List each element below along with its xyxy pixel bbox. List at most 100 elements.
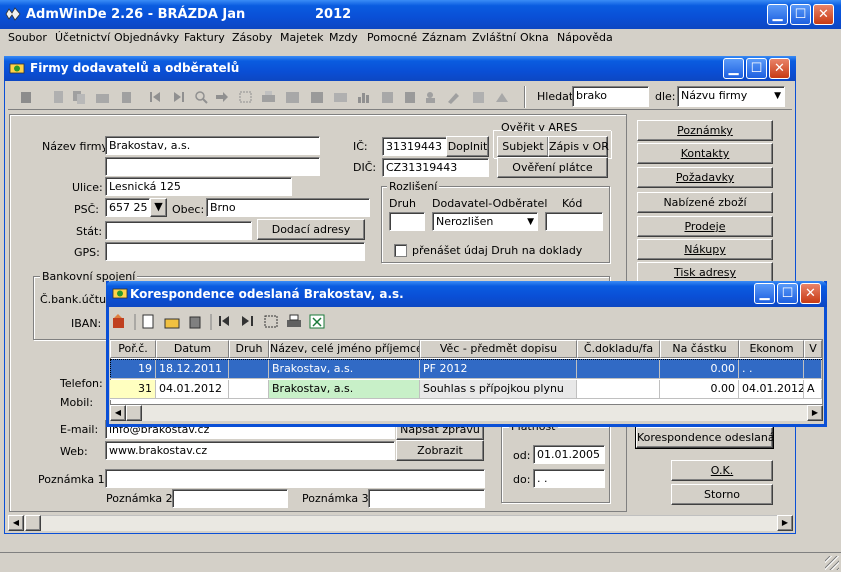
cell-ekonom: 04.01.2012 <box>739 380 804 399</box>
web-field[interactable]: www.brakostav.cz <box>105 441 395 460</box>
web-label: Web: <box>60 445 88 458</box>
firm-window-title: Firmy dodavatelů a odběratelů <box>30 61 240 75</box>
search-by-select[interactable]: Názvu firmy ▼ <box>677 86 785 107</box>
toolbar-print-icon <box>262 91 275 102</box>
doplnit-button[interactable]: Doplnit <box>446 136 489 157</box>
corr-scroll-thumb[interactable] <box>126 405 142 421</box>
gps-label: GPS: <box>74 246 100 259</box>
storno-button[interactable]: Storno <box>671 484 773 505</box>
app-close-button[interactable]: ✕ <box>813 4 834 25</box>
menu-soubor[interactable]: Soubor <box>8 31 47 44</box>
firm-close-button[interactable]: ✕ <box>769 58 790 79</box>
prodeje-button[interactable]: Prodeje <box>637 216 773 237</box>
menu-mzdy[interactable]: Mzdy <box>329 31 358 44</box>
menu-pomocne[interactable]: Pomocné <box>367 31 417 44</box>
psc-dropdown-button[interactable]: ▼ <box>150 198 167 217</box>
nakupy-button[interactable]: Nákupy <box>637 239 773 260</box>
druh-field[interactable] <box>389 212 425 231</box>
city-field[interactable]: Brno <box>206 198 370 217</box>
kod-field[interactable] <box>545 212 603 231</box>
note1-field[interactable] <box>105 469 485 488</box>
ares-group-title: Ověřit v ARES <box>501 121 578 134</box>
firm-horizontal-scrollbar[interactable] <box>8 515 793 531</box>
close-icon: ✕ <box>774 61 785 76</box>
phone-label: Telefon: <box>60 377 103 390</box>
corr-maximize-button[interactable]: ☐ <box>777 283 798 304</box>
psc-field[interactable]: 657 25 <box>105 198 150 217</box>
corr-horizontal-scrollbar[interactable] <box>110 405 823 421</box>
search-by-value: Názvu firmy <box>681 89 748 102</box>
col-header-date[interactable]: Datum <box>156 340 229 358</box>
firm-name-field[interactable]: Brakostav, a.s. <box>105 136 320 155</box>
scroll-thumb[interactable] <box>25 515 41 531</box>
menu-ucetnictvi[interactable]: Účetnictví <box>55 31 110 44</box>
corr-minimize-button[interactable]: ▁ <box>754 283 775 304</box>
app-titlebar: AdmWinDe 2.26 - BRÁZDA Jan 2012 ▁ ☐ ✕ <box>0 0 841 29</box>
app-maximize-button[interactable]: ☐ <box>790 4 811 25</box>
dic-field[interactable]: CZ31319443 <box>382 158 489 177</box>
druh-label: Druh <box>389 197 416 210</box>
corr-scroll-left-button[interactable]: ◀ <box>110 405 126 421</box>
menu-zvlastni[interactable]: Zvláštní <box>472 31 516 44</box>
col-header-amount[interactable]: Na částku <box>660 340 739 358</box>
app-minimize-button[interactable]: ▁ <box>767 4 788 25</box>
resize-grip-icon[interactable] <box>825 556 839 570</box>
corr-close-button[interactable]: ✕ <box>800 283 821 304</box>
search-input[interactable]: brako <box>572 86 649 107</box>
kontakty-button[interactable]: Kontakty <box>637 143 773 164</box>
search-by-label: dle: <box>655 90 676 103</box>
prenaset-label: přenášet údaj Druh na doklady <box>412 244 583 257</box>
delivery-address-button[interactable]: Dodací adresy <box>257 219 365 240</box>
korespondence-button[interactable]: Korespondence odeslaná <box>635 426 775 449</box>
scroll-left-button[interactable]: ◀ <box>8 515 24 531</box>
ok-button[interactable]: O.K. <box>671 460 773 481</box>
street-field[interactable]: Lesnická 125 <box>105 177 292 196</box>
tisk-adresy-button[interactable]: Tisk adresy <box>637 262 773 283</box>
firm-name2-field[interactable] <box>105 157 320 176</box>
corr-open-icon <box>164 318 180 329</box>
platnost-od-field[interactable]: 01.01.2005 <box>533 445 605 464</box>
kod-label: Kód <box>562 197 583 210</box>
cell-subject: Souhlas s přípojkou plynu <box>420 380 577 399</box>
note3-field[interactable] <box>368 489 485 508</box>
menu-majetek[interactable]: Majetek <box>280 31 324 44</box>
col-header-no[interactable]: Poř.č. <box>110 340 156 358</box>
pozadavky-button[interactable]: Požadavky <box>637 167 773 188</box>
prenaset-checkbox[interactable] <box>394 244 407 257</box>
menu-okna[interactable]: Okna <box>520 31 549 44</box>
menu-objednavky[interactable]: Objednávky <box>114 31 179 44</box>
zapis-or-button[interactable]: Zápis v OR <box>548 136 609 157</box>
ic-field[interactable]: 31319443 <box>382 137 447 156</box>
dod-odb-select[interactable]: Nerozlišen ▼ <box>432 212 538 231</box>
close-icon: ✕ <box>818 7 829 22</box>
overeni-platce-button[interactable]: Ověření plátce <box>497 157 608 178</box>
menu-zaznam[interactable]: Záznam <box>422 31 466 44</box>
note2-field[interactable] <box>172 489 288 508</box>
menu-faktury[interactable]: Faktury <box>184 31 225 44</box>
platnost-do-field[interactable]: . . <box>533 469 605 488</box>
gps-field[interactable] <box>105 242 365 261</box>
corr-toolbar <box>113 314 325 330</box>
scroll-right-button[interactable]: ▶ <box>777 515 793 531</box>
zobrazit-button[interactable]: Zobrazit <box>396 440 484 461</box>
col-header-druh[interactable]: Druh <box>229 340 269 358</box>
chevron-right-icon: ▶ <box>781 518 789 527</box>
street-label: Ulice: <box>72 181 103 194</box>
poznamky-button[interactable]: Poznámky <box>637 120 773 141</box>
col-header-subject[interactable]: Věc - předmět dopisu <box>420 340 577 358</box>
state-field[interactable] <box>105 221 252 240</box>
col-header-v[interactable]: V <box>804 340 822 358</box>
col-header-doc[interactable]: Č.dokladu/fa <box>577 340 660 358</box>
toolbar-book-icon <box>405 92 415 103</box>
firm-minimize-button[interactable]: ▁ <box>723 58 744 79</box>
corr-scroll-right-button[interactable]: ▶ <box>807 405 823 421</box>
menu-napoveda[interactable]: Nápověda <box>557 31 613 44</box>
cell-doc <box>577 380 660 399</box>
subjekt-button[interactable]: Subjekt <box>497 136 549 157</box>
col-header-name[interactable]: Název, celé jméno příjemce <box>269 340 420 358</box>
cell-doc <box>577 360 660 379</box>
nabizene-zbozi-button[interactable]: Nabízené zboží <box>637 192 773 213</box>
col-header-ekonom[interactable]: Ekonom <box>739 340 804 358</box>
firm-maximize-button[interactable]: ☐ <box>746 58 767 79</box>
menu-zasoby[interactable]: Zásoby <box>232 31 272 44</box>
